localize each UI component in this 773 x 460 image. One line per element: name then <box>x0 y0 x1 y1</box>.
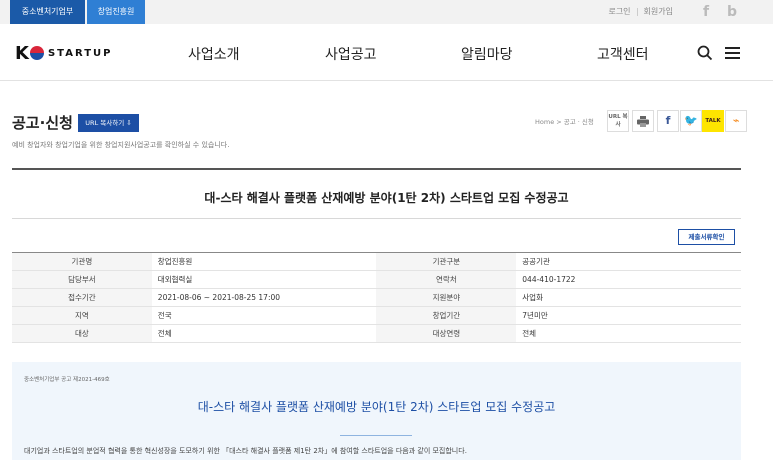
breadcrumb[interactable]: Home > 공고 · 신청 <box>535 116 594 126</box>
blog-icon[interactable]: b <box>720 0 744 24</box>
info-value: 전체 <box>151 324 377 343</box>
notice-title: 대-스타 해결사 플랫폼 산재예방 분야(1탄 2차) 스타트업 모집 수정공고 <box>204 191 569 205</box>
page-description: 예비 창업자와 창업기업을 위한 창업지원사업공고를 확인하실 수 있습니다. <box>12 141 230 149</box>
facebook-icon[interactable]: f <box>694 0 718 24</box>
nav-customer-center[interactable]: 고객센터 <box>597 44 649 64</box>
doc-number: 중소벤처기업부 공고 제2021-469호 <box>24 377 110 383</box>
page-title: 공고·신청 <box>12 114 73 132</box>
org-tab-mss[interactable]: 중소벤처기업부 <box>10 0 85 24</box>
info-value: 사업화 <box>516 288 741 307</box>
taegeuk-icon <box>29 46 44 60</box>
notice-body-title: 대-스타 해결사 플랫폼 산재예방 분야(1탄 2차) 스타트업 모집 수정공고 <box>197 400 556 414</box>
info-label: 기관명 <box>12 252 152 271</box>
print-icon[interactable] <box>632 110 654 132</box>
table-row: 대상 전체 대상연령 전체 <box>12 324 741 343</box>
info-value: 전국 <box>151 306 377 325</box>
main-header: K STARTUP 사업소개 사업공고 알림마당 고객센터 <box>0 24 773 81</box>
info-value: 2021-08-06 ~ 2021-08-25 17:00 <box>151 288 377 307</box>
title-divider <box>12 168 741 170</box>
info-value: 전체 <box>516 324 741 343</box>
notice-info-table: 기관명 창업진흥원 기관구분 공공기관 담당부서 대외협력실 연락처 044-4… <box>12 252 741 343</box>
info-label: 지역 <box>12 306 152 325</box>
info-label: 창업기간 <box>376 306 517 325</box>
search-icon[interactable] <box>697 45 713 61</box>
notice-body-box: 중소벤처기업부 공고 제2021-469호 대-스타 해결사 플랫폼 산재예방 … <box>12 362 741 460</box>
table-row: 담당부서 대외협력실 연락처 044-410-1722 <box>12 270 741 289</box>
body-divider <box>340 435 412 436</box>
notice-body-text: 대기업과 스타트업의 분업적 협력을 통한 혁신성장을 도모하기 위한 「대스타… <box>24 447 467 455</box>
info-value: 창업진흥원 <box>151 252 377 271</box>
info-label: 기관구분 <box>376 252 517 271</box>
share-kakaotalk-icon[interactable]: TALK <box>702 110 724 132</box>
share-url-button[interactable]: URL 복사 <box>607 110 629 132</box>
url-copy-button[interactable]: URL 복사하기 ⇩ <box>78 114 139 132</box>
required-docs-button[interactable]: 제출서류확인 <box>678 229 735 245</box>
info-value: 7년미만 <box>516 306 741 325</box>
signup-link[interactable]: 회원가입 <box>644 7 673 16</box>
table-row: 기관명 창업진흥원 기관구분 공공기관 <box>12 252 741 271</box>
info-label: 대상연령 <box>376 324 517 343</box>
info-label: 연락처 <box>376 270 517 289</box>
info-label: 지원분야 <box>376 288 517 307</box>
info-label: 접수기간 <box>12 288 152 307</box>
link-separator <box>636 7 638 16</box>
login-link[interactable]: 로그인 <box>608 7 630 16</box>
table-row: 접수기간 2021-08-06 ~ 2021-08-25 17:00 지원분야 … <box>12 288 741 307</box>
info-label: 담당부서 <box>12 270 152 289</box>
nav-news[interactable]: 알림마당 <box>461 44 513 64</box>
info-value: 대외협력실 <box>151 270 377 289</box>
logo-text: STARTUP <box>47 47 113 59</box>
info-value: 공공기관 <box>516 252 741 271</box>
share-facebook-icon[interactable]: f <box>657 110 679 132</box>
title-bottom-divider <box>12 218 741 219</box>
logo-k: K <box>15 42 29 64</box>
info-value: 044-410-1722 <box>516 270 741 289</box>
share-twitter-icon[interactable]: 🐦 <box>680 110 702 132</box>
info-label: 대상 <box>12 324 152 343</box>
table-row: 지역 전국 창업기간 7년미만 <box>12 306 741 325</box>
hamburger-menu-icon[interactable] <box>725 47 740 59</box>
nav-business-intro[interactable]: 사업소개 <box>188 44 240 64</box>
top-bar: 중소벤처기업부 창업진흥원 로그인 회원가입 f b <box>0 0 773 24</box>
kstartup-logo[interactable]: K STARTUP <box>15 42 113 64</box>
top-links: 로그인 회원가입 <box>608 0 673 24</box>
org-tab-kised[interactable]: 창업진흥원 <box>87 0 145 24</box>
rss-icon[interactable]: ⌁ <box>725 110 747 132</box>
nav-business-notice[interactable]: 사업공고 <box>325 44 377 64</box>
